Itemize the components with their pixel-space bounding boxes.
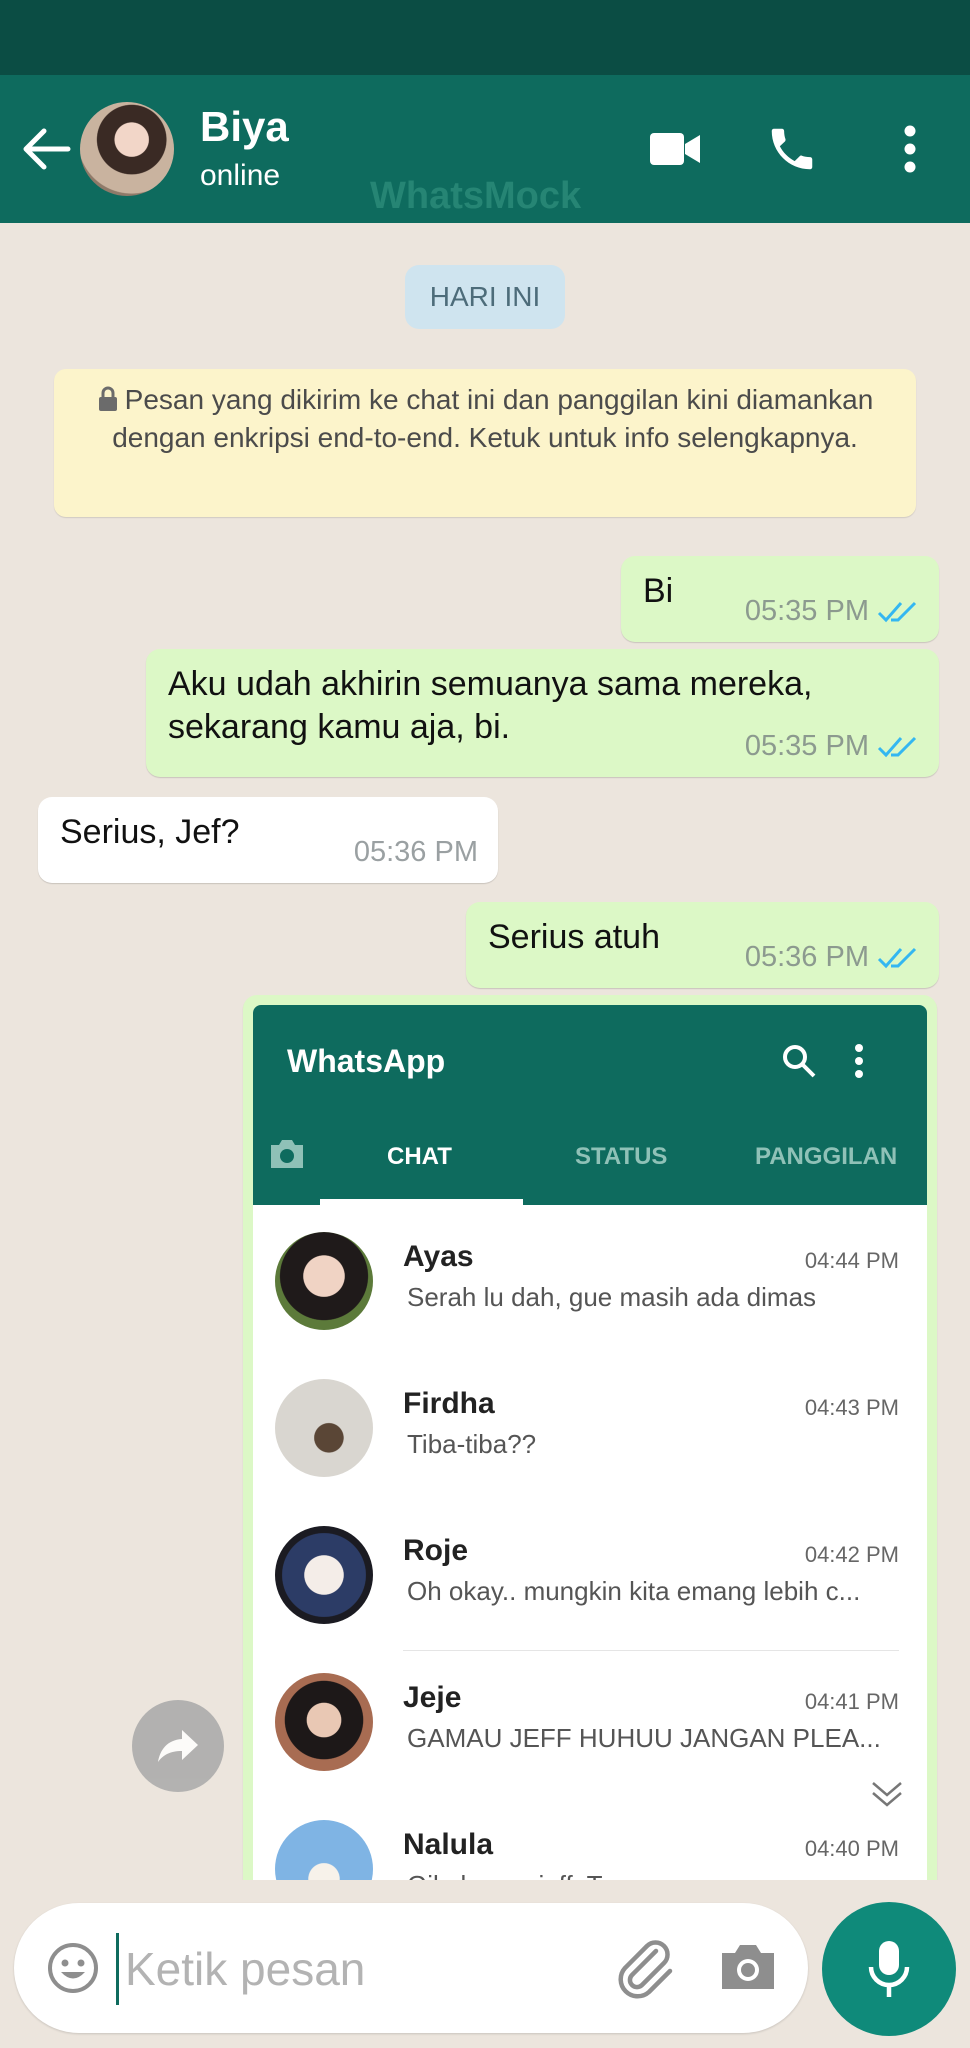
embedded-chat-name: Nalula <box>403 1828 494 1861</box>
message-text: Bi <box>643 572 674 610</box>
encryption-notice-text: Pesan yang dikirim ke chat ini dan pangg… <box>112 384 874 453</box>
contact-name[interactable]: Biya <box>200 103 289 151</box>
more-vert-icon <box>904 125 916 173</box>
forward-icon <box>158 1730 198 1762</box>
embedded-chat-row: Roje 04:42 PM Oh okay.. mungkin kita ema… <box>253 1504 927 1651</box>
message-time: 05:35 PM <box>744 730 869 762</box>
embedded-avatar <box>275 1232 373 1330</box>
menu-button[interactable] <box>890 119 930 179</box>
double-check-icon <box>877 736 917 757</box>
embedded-tab-status: STATUS <box>575 1143 668 1170</box>
message-meta: 05:35 PM <box>745 730 919 763</box>
embedded-app-title: WhatsApp <box>287 1043 446 1079</box>
message-composer <box>14 1903 808 2033</box>
voice-call-button[interactable] <box>762 119 822 179</box>
message-meta: 05:35 PM <box>745 595 919 628</box>
chat-header: Biya online WhatsMock <box>0 75 970 223</box>
message-meta: 05:36 PM <box>745 941 919 974</box>
back-arrow-icon <box>23 128 71 170</box>
forward-button[interactable] <box>132 1700 224 1792</box>
embedded-whatsapp-header: WhatsApp CHAT STATUS PANGGILAN <box>253 1005 927 1205</box>
embedded-chat-name: Roje <box>403 1534 469 1567</box>
message-text: Serius atuh <box>488 918 660 956</box>
embedded-chat-time: 04:44 PM <box>804 1248 899 1273</box>
attach-icon[interactable] <box>612 1935 676 1999</box>
embedded-chat-time: 04:40 PM <box>804 1836 899 1861</box>
embedded-chat-name: Firdha <box>403 1387 495 1420</box>
embedded-camera-icon <box>271 1140 303 1168</box>
message-meta: 05:36 PM <box>354 836 478 869</box>
embedded-tab-chat: CHAT <box>387 1143 452 1170</box>
double-check-icon <box>877 947 917 968</box>
embedded-chat-preview: GAMAU JEFF HUHUU JANGAN PLEA... <box>407 1723 881 1753</box>
chat-area[interactable]: HARI INI Pesan yang dikirim ke chat ini … <box>0 223 970 1880</box>
embedded-avatar <box>275 1526 373 1624</box>
embedded-tab-calls: PANGGILAN <box>755 1143 898 1170</box>
camera-icon[interactable] <box>718 1941 778 1993</box>
embedded-avatar <box>275 1379 373 1477</box>
voice-record-button[interactable] <box>822 1902 956 2036</box>
embedded-chat-time: 04:41 PM <box>804 1689 899 1714</box>
encryption-notice[interactable]: Pesan yang dikirim ke chat ini dan pangg… <box>54 369 916 517</box>
contact-status: online <box>200 159 281 192</box>
watermark: WhatsMock <box>370 175 582 217</box>
embedded-more-vert-icon <box>855 1044 863 1078</box>
embedded-chat-preview: Oh okay.. mungkin kita emang lebih c... <box>407 1576 861 1606</box>
mic-icon <box>868 1941 910 1997</box>
embedded-chat-name: Ayas <box>403 1240 474 1273</box>
embedded-tab-indicator <box>320 1199 523 1205</box>
phone-icon <box>771 128 813 170</box>
embedded-chat-name: Jeje <box>403 1681 462 1714</box>
video-call-button[interactable] <box>648 119 702 179</box>
image-message[interactable]: WhatsApp CHAT STATUS PANGGILAN Ayas 04:4 <box>243 995 937 1880</box>
embedded-chat-preview: Serah lu dah, gue masih ada dimas <box>407 1282 817 1312</box>
message-text: Serius, Jef? <box>60 813 240 851</box>
embedded-chat-row: Ayas 04:44 PM Serah lu dah, gue masih ad… <box>253 1210 927 1357</box>
embedded-chat-time: 04:43 PM <box>804 1395 899 1420</box>
embedded-avatar <box>275 1820 373 1880</box>
status-bar <box>0 0 970 75</box>
embedded-chat-row: Firdha 04:43 PM Tiba-tiba?? <box>253 1357 927 1504</box>
message-bubble-outgoing[interactable]: Aku udah akhirin semuanya sama mereka, s… <box>146 649 939 777</box>
embedded-chat-row: Jeje 04:41 PM GAMAU JEFF HUHUU JANGAN PL… <box>253 1651 927 1807</box>
message-bubble-outgoing[interactable]: Bi 05:35 PM <box>621 556 939 642</box>
message-time: 05:36 PM <box>353 836 478 868</box>
date-separator: HARI INI <box>405 265 565 329</box>
screenshot-image[interactable]: WhatsApp CHAT STATUS PANGGILAN Ayas 04:4 <box>253 1005 927 1880</box>
message-bubble-incoming[interactable]: Serius, Jef? 05:36 PM <box>38 797 498 883</box>
message-time: 05:35 PM <box>744 595 869 627</box>
lock-icon <box>98 386 117 411</box>
contact-avatar[interactable] <box>80 102 174 196</box>
embedded-avatar <box>275 1673 373 1771</box>
embedded-chat-time: 04:42 PM <box>804 1542 899 1567</box>
emoji-icon[interactable] <box>46 1941 100 1995</box>
embedded-chat-preview: Tiba-tiba?? <box>407 1429 537 1459</box>
message-input[interactable] <box>116 1933 607 2005</box>
message-bubble-outgoing[interactable]: Serius atuh 05:36 PM <box>466 902 939 988</box>
embedded-chat-preview: Gila kamu, jeff. Tega <box>407 1870 887 1880</box>
video-call-icon <box>650 133 700 165</box>
double-check-icon <box>877 601 917 622</box>
embedded-chat-row: Nalula 04:40 PM Gila kamu, jeff. Tega <box>253 1798 927 1880</box>
embedded-search-icon <box>783 1045 816 1078</box>
message-time: 05:36 PM <box>744 941 869 973</box>
back-button[interactable] <box>18 117 74 181</box>
